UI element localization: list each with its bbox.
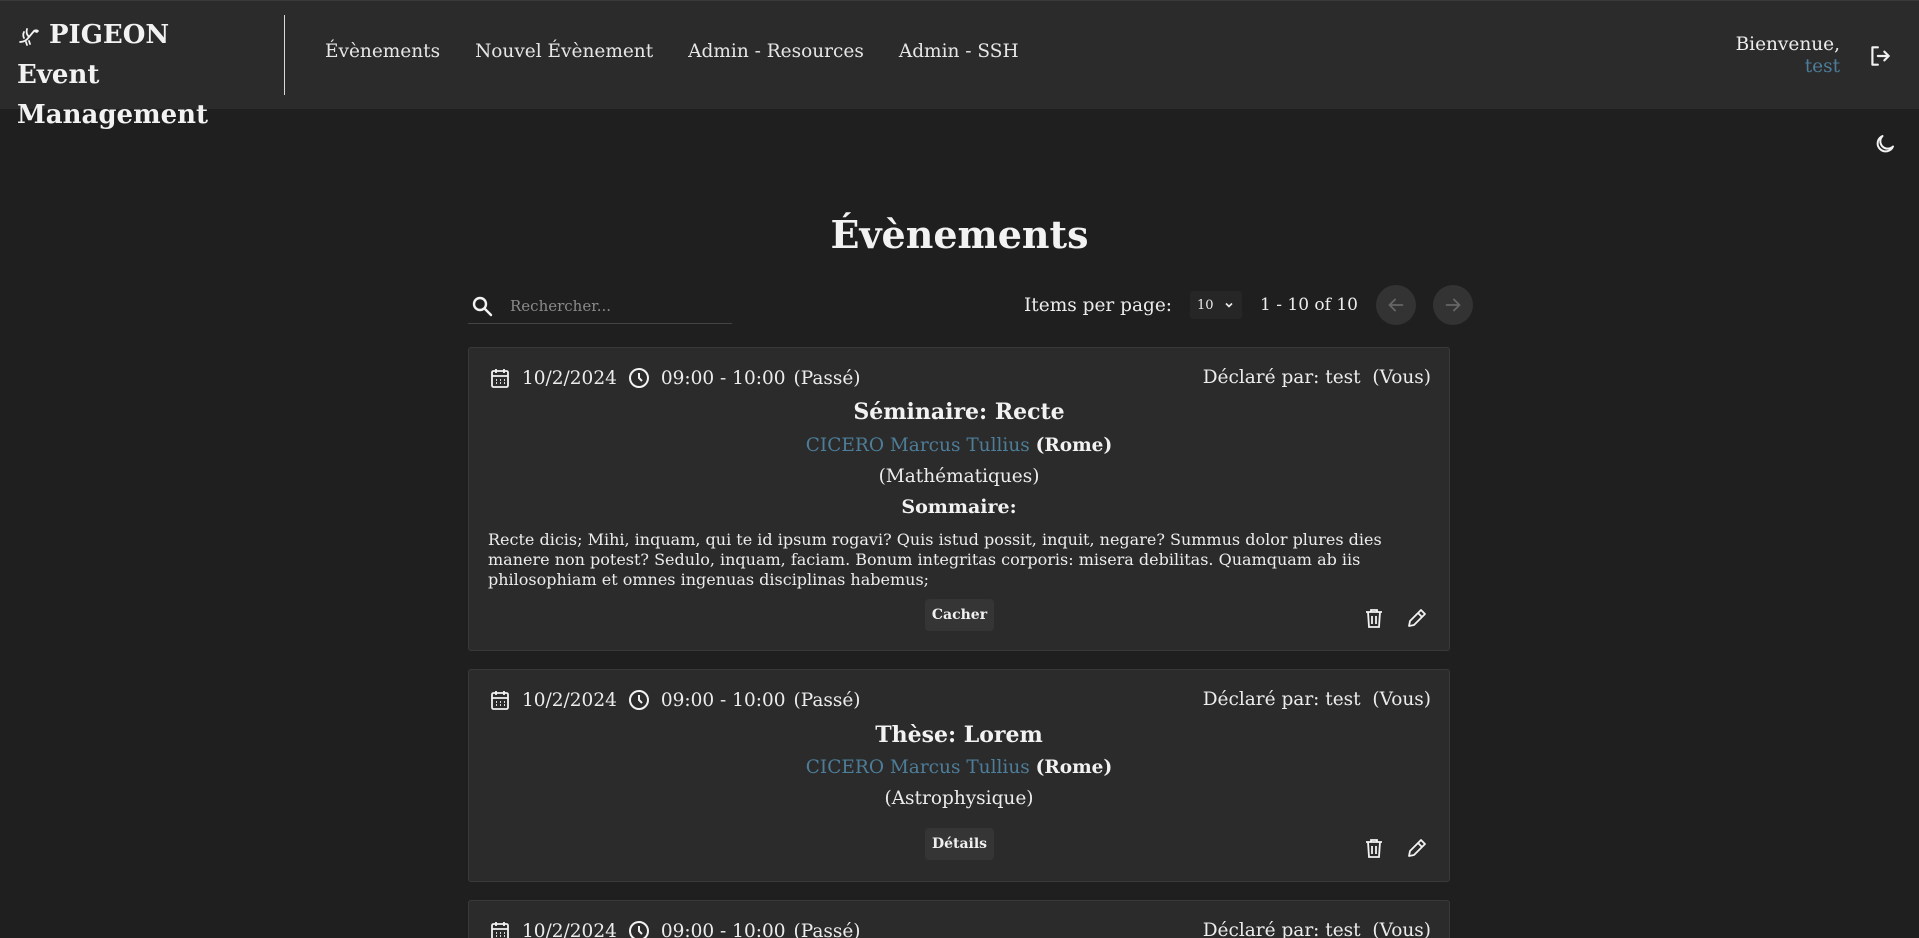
items-per-page-value: 10 xyxy=(1197,297,1214,313)
pigeon-icon xyxy=(19,28,39,46)
event-datetime: 10/2/2024 09:00 - 10:00 (Passé) xyxy=(488,919,861,938)
main-nav: Évènements Nouvel Évènement Admin - Reso… xyxy=(325,41,1019,62)
delete-icon[interactable] xyxy=(1362,606,1386,630)
calendar-icon xyxy=(491,922,509,938)
summary-heading: Sommaire: xyxy=(901,496,1017,518)
brand-subtitle: Event Management xyxy=(17,60,209,130)
nav-admin-resources[interactable]: Admin - Resources xyxy=(688,41,864,62)
event-title: Thèse: Lorem xyxy=(875,722,1043,748)
event-card: 10/2/2024 09:00 - 10:00 (Passé) Déclaré … xyxy=(468,669,1450,882)
edit-icon[interactable] xyxy=(1405,606,1429,630)
previous-page-button[interactable] xyxy=(1376,285,1416,325)
nav-admin-ssh[interactable]: Admin - SSH xyxy=(899,41,1019,62)
top-navbar: PIGEON Event Management Évènements Nouve… xyxy=(0,0,1919,130)
speaker-name[interactable]: CICERO Marcus Tullius xyxy=(806,435,1030,456)
nav-events[interactable]: Évènements xyxy=(325,41,440,62)
logout-icon[interactable] xyxy=(1867,43,1893,69)
event-date: 10/2/2024 xyxy=(522,367,617,389)
event-time: 09:00 - 10:00 xyxy=(660,920,786,938)
nav-new-event[interactable]: Nouvel Évènement xyxy=(475,41,653,62)
speaker-place: (Rome) xyxy=(1035,757,1113,778)
dark-mode-toggle-icon[interactable] xyxy=(1873,132,1897,156)
event-datetime: 10/2/2024 09:00 - 10:00 (Passé) xyxy=(488,366,861,390)
event-title: Séminaire: Recte xyxy=(853,399,1065,425)
calendar-icon xyxy=(491,691,509,710)
event-date: 10/2/2024 xyxy=(522,689,617,711)
hide-details-button[interactable]: Cacher xyxy=(925,599,994,631)
event-time: 09:00 - 10:00 xyxy=(660,367,786,389)
brand-name: PIGEON xyxy=(49,20,170,50)
declared-by: Déclaré par: test (Vous) xyxy=(1202,689,1431,710)
search-icon xyxy=(472,296,493,316)
clock-icon xyxy=(628,690,649,710)
page-title: Évènements xyxy=(830,212,1089,257)
arrow-right-icon xyxy=(1445,298,1461,312)
clock-icon xyxy=(628,368,649,388)
calendar-icon xyxy=(491,369,509,388)
declared-by: Déclaré par: test (Vous) xyxy=(1202,367,1431,388)
delete-icon[interactable] xyxy=(1362,836,1386,860)
event-time: 09:00 - 10:00 xyxy=(660,689,786,711)
page-range: 1 - 10 of 10 xyxy=(1260,295,1358,315)
arrow-left-icon xyxy=(1388,298,1404,312)
welcome-block: Bienvenue, test xyxy=(1736,34,1840,78)
brand[interactable]: PIGEON Event Management xyxy=(17,15,285,130)
search-input[interactable] xyxy=(510,296,710,315)
event-speaker: CICERO Marcus Tullius (Rome) xyxy=(469,757,1449,778)
declared-by: Déclaré par: test (Vous) xyxy=(1202,920,1431,938)
event-department: (Mathématiques) xyxy=(878,466,1040,487)
edit-icon[interactable] xyxy=(1405,836,1429,860)
paginator: Items per page: 10 1 - 10 of 10 xyxy=(1024,285,1473,325)
welcome-text: Bienvenue, xyxy=(1735,34,1840,55)
event-department: (Astrophysique) xyxy=(884,788,1034,809)
speaker-name[interactable]: CICERO Marcus Tullius xyxy=(806,757,1030,778)
details-button[interactable]: Détails xyxy=(925,828,994,860)
event-status: (Passé) xyxy=(793,920,861,938)
event-status: (Passé) xyxy=(793,367,861,389)
speaker-place: (Rome) xyxy=(1035,435,1113,456)
username: test xyxy=(1804,56,1840,77)
search-field xyxy=(468,288,732,324)
items-per-page-label: Items per page: xyxy=(1024,294,1173,316)
event-datetime: 10/2/2024 09:00 - 10:00 (Passé) xyxy=(488,688,861,712)
event-status: (Passé) xyxy=(793,689,861,711)
event-card: 10/2/2024 09:00 - 10:00 (Passé) Déclaré … xyxy=(468,347,1450,651)
event-card: 10/2/2024 09:00 - 10:00 (Passé) Déclaré … xyxy=(468,900,1450,938)
clock-icon xyxy=(628,921,649,938)
event-speaker: CICERO Marcus Tullius (Rome) xyxy=(469,435,1449,456)
items-per-page-select[interactable]: 10 xyxy=(1190,291,1243,319)
chevron-down-icon xyxy=(1225,302,1233,308)
summary-text: Recte dicis; Mihi, inquam, qui te id ips… xyxy=(488,530,1382,589)
next-page-button[interactable] xyxy=(1433,285,1473,325)
event-date: 10/2/2024 xyxy=(522,920,617,938)
